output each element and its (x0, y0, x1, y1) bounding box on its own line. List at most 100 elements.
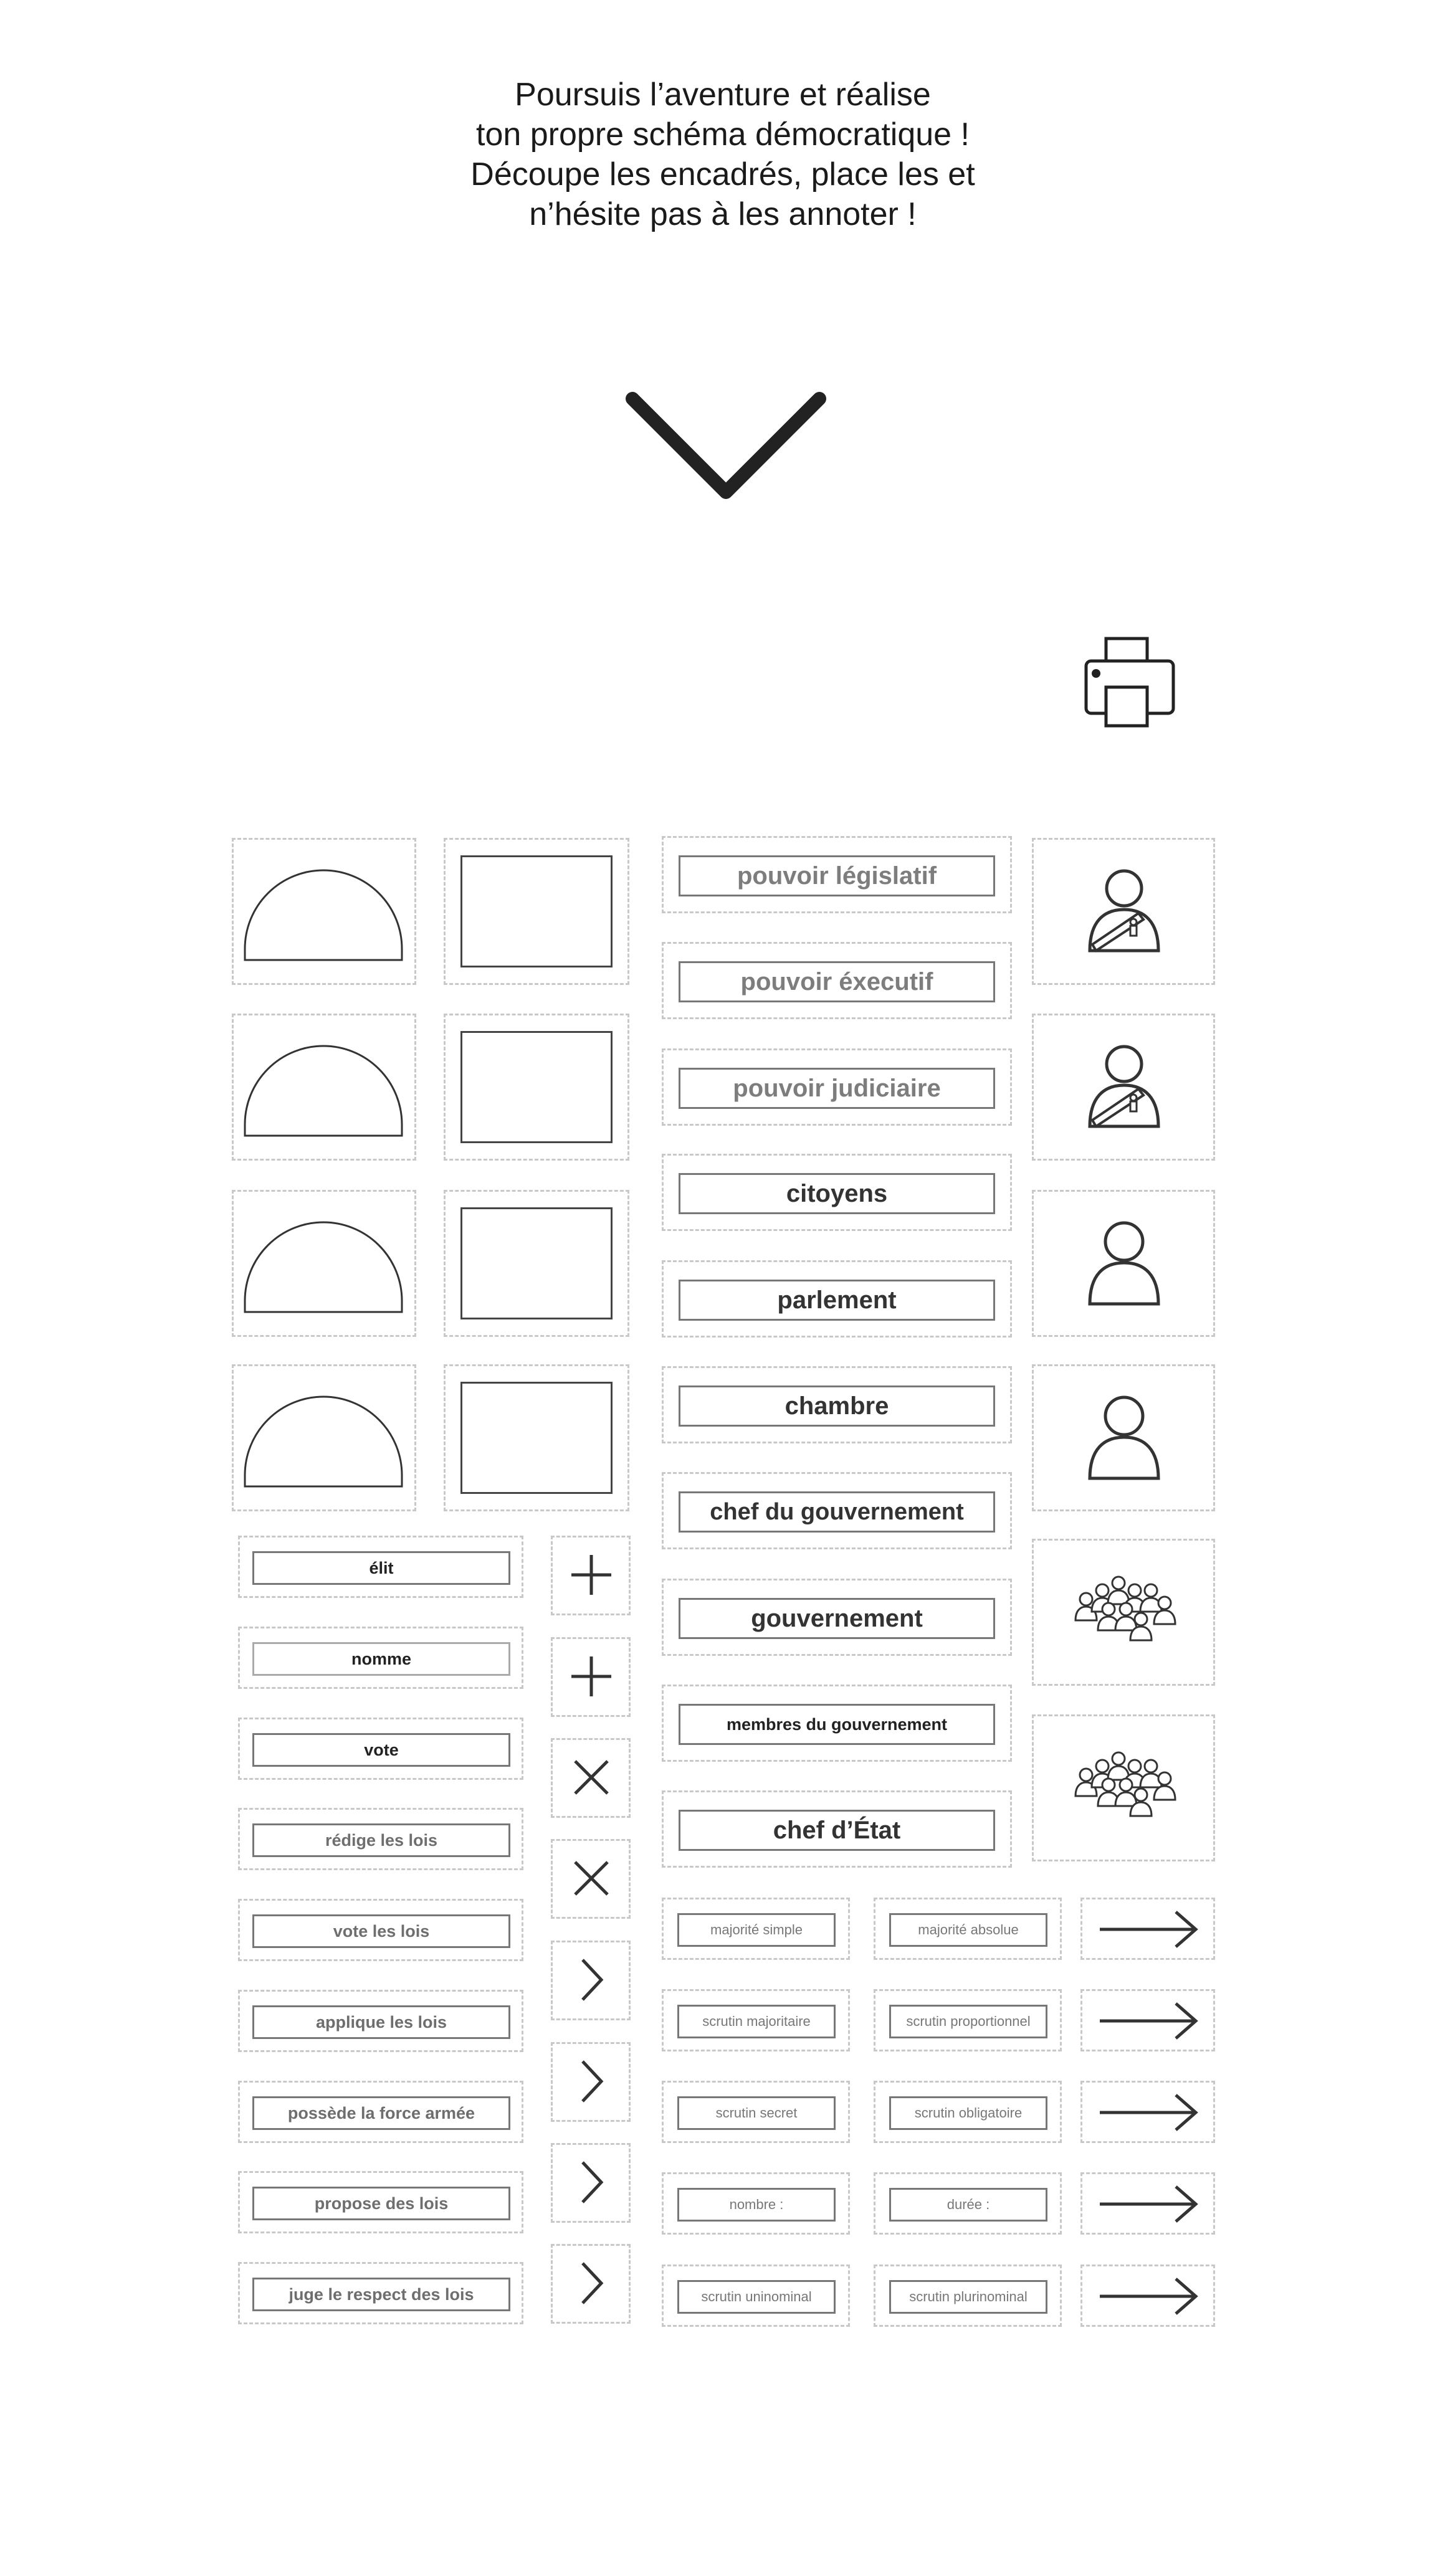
person-icon (1034, 1366, 1214, 1509)
mode-label: scrutin secret (677, 2096, 836, 2130)
mode-label: scrutin uninominal (677, 2280, 836, 2314)
institution-card: chef du gouvernement (662, 1472, 1012, 1549)
hemicycle-icon (234, 840, 414, 983)
institution-card: gouvernement (662, 1579, 1012, 1656)
arrow-card (1080, 1989, 1215, 2051)
institution-card: pouvoir législatif (662, 836, 1012, 913)
institution-label: pouvoir législatif (679, 855, 995, 896)
action-card: propose des lois (238, 2171, 523, 2233)
institution-card: parlement (662, 1260, 1012, 1338)
mode-card: majorité absolue (874, 1898, 1062, 1960)
mode-label: nombre : (677, 2188, 836, 2222)
mode-label: scrutin plurinominal (889, 2280, 1047, 2314)
hemicycle-card (232, 1364, 416, 1511)
times-icon (553, 1740, 630, 1817)
action-label: propose des lois (252, 2187, 510, 2220)
operator-card (551, 1536, 631, 1615)
mode-label: durée : (889, 2188, 1047, 2222)
institution-card: membres du gouvernement (662, 1685, 1012, 1762)
action-label: rédige les lois (252, 1823, 510, 1857)
institution-label: citoyens (679, 1173, 995, 1214)
mode-card: scrutin proportionnel (874, 1989, 1062, 2051)
person-icon (1034, 1192, 1214, 1335)
mode-label: scrutin majoritaire (677, 2005, 836, 2038)
chevron-right-icon (553, 2044, 630, 2121)
arrow-right-icon (1082, 1991, 1214, 2051)
institution-label: chef du gouvernement (679, 1491, 995, 1533)
mode-card: scrutin plurinominal (874, 2265, 1062, 2327)
printer-icon[interactable] (1081, 632, 1181, 732)
plus-icon (553, 1538, 630, 1615)
intro-line: Poursuis l’aventure et réalise (515, 77, 931, 113)
intro-line: ton propre schéma démocratique ! (476, 116, 970, 153)
action-card: vote (238, 1718, 523, 1780)
institution-label: membres du gouvernement (679, 1704, 995, 1745)
mode-card: scrutin obligatoire (874, 2081, 1062, 2143)
hemicycle-card (232, 1014, 416, 1161)
action-label: élit (252, 1551, 510, 1585)
empty-frame (460, 1031, 613, 1143)
action-card: possède la force armée (238, 2081, 523, 2143)
people-card (1032, 838, 1215, 985)
empty-frame-card (444, 838, 629, 985)
institution-label: chef d’État (679, 1810, 995, 1851)
arrow-card (1080, 2081, 1215, 2143)
mode-label: scrutin proportionnel (889, 2005, 1047, 2038)
hemicycle-icon (234, 1192, 414, 1335)
empty-frame-card (444, 1014, 629, 1161)
action-card: vote les lois (238, 1899, 523, 1961)
action-card: élit (238, 1536, 523, 1598)
action-label: juge le respect des lois (252, 2278, 510, 2311)
mode-card: scrutin secret (662, 2081, 850, 2143)
arrow-card (1080, 2265, 1215, 2327)
operator-card (551, 2143, 631, 2223)
people-card (1032, 1014, 1215, 1161)
hemicycle-icon (234, 1015, 414, 1159)
action-card: rédige les lois (238, 1808, 523, 1870)
arrow-right-icon (1082, 2083, 1214, 2142)
institution-label: parlement (679, 1280, 995, 1321)
hemicycle-icon (234, 1366, 414, 1509)
chevron-right-icon (553, 2246, 630, 2323)
people-card (1032, 1714, 1215, 1861)
intro-line: Découpe les encadrés, place les et (470, 156, 975, 192)
arrow-right-icon (1082, 2266, 1214, 2326)
institution-label: pouvoir judiciaire (679, 1068, 995, 1109)
times-icon (553, 1841, 630, 1918)
operator-card (551, 1941, 631, 2020)
action-label: vote (252, 1733, 510, 1767)
people-card (1032, 1190, 1215, 1337)
operator-card (551, 1738, 631, 1818)
institution-label: chambre (679, 1385, 995, 1427)
person-with-sash-icon (1034, 1015, 1214, 1159)
mode-label: majorité simple (677, 1913, 836, 1947)
arrow-card (1080, 1898, 1215, 1960)
institution-card: chambre (662, 1366, 1012, 1443)
operator-card (551, 2244, 631, 2324)
mode-card: durée : (874, 2172, 1062, 2235)
arrow-right-icon (1082, 1899, 1214, 1959)
institution-card: chef d’État (662, 1790, 1012, 1868)
empty-frame (460, 855, 613, 967)
mode-card: scrutin majoritaire (662, 1989, 850, 2051)
action-label: possède la force armée (252, 2096, 510, 2130)
operator-card (551, 1637, 631, 1717)
action-card: nomme (238, 1627, 523, 1689)
plus-icon (553, 1639, 630, 1716)
empty-frame-card (444, 1190, 629, 1337)
chevron-right-icon (553, 2145, 630, 2222)
mode-label: scrutin obligatoire (889, 2096, 1047, 2130)
person-with-sash-icon (1034, 840, 1214, 983)
empty-frame (460, 1382, 613, 1494)
people-card (1032, 1539, 1215, 1686)
arrow-right-icon (1082, 2174, 1214, 2234)
operator-card (551, 2042, 631, 2122)
action-label: vote les lois (252, 1914, 510, 1948)
mode-label: majorité absolue (889, 1913, 1047, 1947)
chevron-down-icon[interactable] (620, 386, 832, 511)
intro-line: n’hésite pas à les annoter ! (529, 196, 917, 232)
mode-card: nombre : (662, 2172, 850, 2235)
mode-card: scrutin uninominal (662, 2265, 850, 2327)
arrow-card (1080, 2172, 1215, 2235)
action-card: applique les lois (238, 1990, 523, 2052)
